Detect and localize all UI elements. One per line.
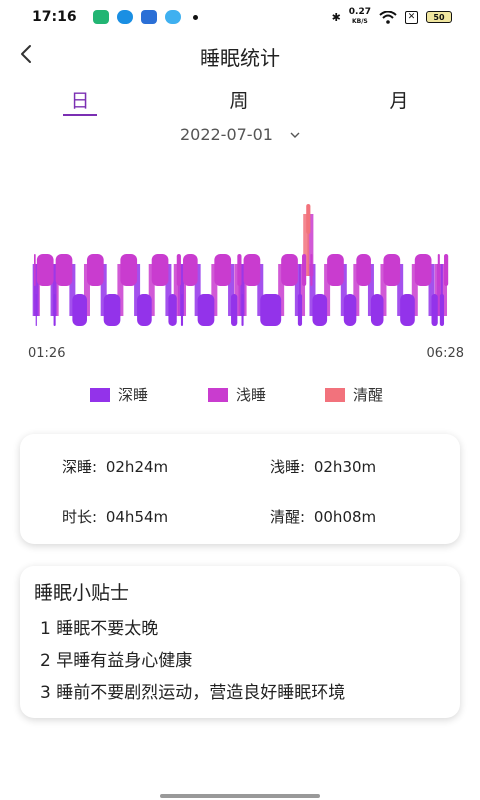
date-picker[interactable]: 2022-07-01 <box>0 124 480 144</box>
net-speed-unit: KB/S <box>352 18 368 25</box>
sleep-stage-chart <box>32 204 449 326</box>
battery-icon: 50 <box>426 11 452 23</box>
sleep-segment-18 <box>237 254 242 286</box>
sleep-segment-16 <box>214 254 232 286</box>
chart-start-time: 01:26 <box>28 346 66 361</box>
tip-item: 3 睡前不要剧烈运动，营造良好睡眠环境 <box>40 683 346 703</box>
stat-deep-label: 深睡: <box>62 458 98 476</box>
more-notifications-dot-icon <box>192 14 198 20</box>
chart-end-time: 06:28 <box>426 346 464 361</box>
legend-swatch-light <box>208 387 228 402</box>
sleep-segment-8 <box>120 254 138 286</box>
status-time: 17:16 <box>32 9 77 25</box>
legend-deep-sleep: 深睡 <box>90 384 148 405</box>
qq-icon <box>116 10 133 24</box>
sleep-segment-6 <box>86 254 104 286</box>
sleep-segment-0 <box>34 254 36 286</box>
legend-light-sleep: 浅睡 <box>208 384 266 405</box>
chart-legend: 深睡 浅睡 清醒 <box>0 384 480 404</box>
legend-awake: 清醒 <box>325 384 383 405</box>
date-value: 2022-07-01 <box>179 125 273 144</box>
legend-swatch-awake <box>325 387 345 402</box>
sleep-segment-30 <box>356 254 371 286</box>
no-sim-icon: ✕ <box>405 10 418 24</box>
sleep-segment-14 <box>183 254 198 286</box>
stat-awake-label: 清醒: <box>270 508 306 526</box>
header: 睡眠统计 <box>0 34 480 76</box>
sleep-segment-32 <box>383 254 401 286</box>
tips-title: 睡眠小贴士 <box>34 582 130 604</box>
sleep-segment-23 <box>297 294 303 326</box>
sleep-segment-34 <box>414 254 432 286</box>
status-left: 17:16 <box>32 9 198 25</box>
tab-day[interactable]: 日 <box>60 86 100 113</box>
net-speed-value: 0.27 <box>348 7 371 17</box>
sleep-segment-10 <box>151 254 169 286</box>
sleep-segment-1 <box>35 294 37 326</box>
stat-deep-value: 02h24m <box>105 458 169 476</box>
stat-light-value: 02h30m <box>313 458 377 476</box>
sleep-segment-7 <box>103 294 121 326</box>
sleep-segment-28 <box>327 254 344 286</box>
sleep-segment-36 <box>437 254 440 286</box>
legend-label-light: 浅睡 <box>236 386 267 404</box>
stat-duration: 时长: 04h54m <box>62 506 168 527</box>
sleep-segment-31 <box>370 294 384 326</box>
bluetooth-icon: ✱ <box>331 10 341 24</box>
network-speed: 0.27 KB/S <box>349 8 371 26</box>
sleep-segment-9 <box>137 294 152 326</box>
sleep-segment-38 <box>444 254 449 286</box>
sleep-segment-35 <box>431 294 438 326</box>
sleep-segment-20 <box>243 254 261 286</box>
sleep-stats-card: 深睡: 02h24m 浅睡: 02h30m 时长: 04h54m 清醒: 00h… <box>20 434 460 544</box>
status-bar: 17:16 ✱ 0.27 KB/S ✕ 50 <box>0 0 480 34</box>
legend-label-deep: 深睡 <box>118 386 149 404</box>
sleep-segment-29 <box>343 294 357 326</box>
sleep-segment-24 <box>302 254 307 286</box>
sleep-segment-37 <box>439 294 445 326</box>
tab-month[interactable]: 月 <box>379 86 419 113</box>
chevron-down-icon <box>290 132 300 138</box>
sleep-segment-27 <box>312 294 328 326</box>
sleep-segment-3 <box>53 294 56 326</box>
sleep-tips-card: 睡眠小贴士 1 睡眠不要太晚 2 早睡有益身心健康 3 睡前不要剧烈运动，营造良… <box>20 566 460 718</box>
sleep-segment-25 <box>306 204 311 234</box>
stat-light-label: 浅睡: <box>270 458 306 476</box>
page-title: 睡眠统计 <box>200 46 280 70</box>
sleep-segment-2 <box>36 254 54 286</box>
sleep-segment-5 <box>72 294 87 326</box>
wifi-icon <box>379 10 397 24</box>
sleep-segment-19 <box>241 294 244 326</box>
legend-label-awake: 清醒 <box>353 386 384 404</box>
sleep-segment-22 <box>281 254 298 286</box>
home-indicator[interactable] <box>160 794 320 798</box>
sleep-segment-12 <box>176 254 181 286</box>
stat-deep-sleep: 深睡: 02h24m <box>62 456 168 477</box>
sleep-segment-33 <box>400 294 415 326</box>
stat-awake: 清醒: 00h08m <box>270 506 376 527</box>
sleep-segment-21 <box>260 294 282 326</box>
browser-icon <box>164 10 181 24</box>
legend-swatch-deep <box>90 387 110 402</box>
tip-item: 2 早睡有益身心健康 <box>40 651 193 671</box>
status-right: ✱ 0.27 KB/S ✕ 50 <box>332 8 452 26</box>
app-notification-icon <box>92 10 109 24</box>
stat-awake-value: 00h08m <box>313 508 377 526</box>
sleep-segment-26 <box>310 254 313 286</box>
period-tabs: 日 周 月 <box>0 86 480 118</box>
sleep-segment-15 <box>197 294 215 326</box>
sleep-segment-4 <box>55 254 73 286</box>
stat-duration-value: 04h54m <box>105 508 169 526</box>
tip-item: 1 睡眠不要太晚 <box>40 619 159 639</box>
chat-icon <box>140 10 157 24</box>
tab-week[interactable]: 周 <box>219 86 259 113</box>
stat-light-sleep: 浅睡: 02h30m <box>270 456 376 477</box>
stat-duration-label: 时长: <box>62 508 98 526</box>
sleep-segment-11 <box>168 294 177 326</box>
sleep-segment-13 <box>180 294 184 326</box>
sleep-segment-17 <box>231 294 238 326</box>
active-tab-underline <box>63 114 97 116</box>
